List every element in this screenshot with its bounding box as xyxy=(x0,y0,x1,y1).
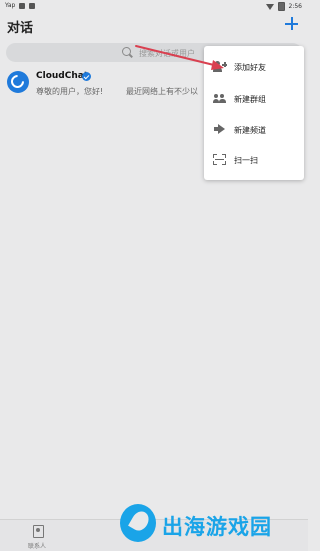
nav-contacts[interactable]: 联系人 xyxy=(26,523,52,550)
watermark: 出海游戏园 xyxy=(110,498,300,550)
add-person-icon xyxy=(213,61,227,72)
menu-item-label: 扫一扫 xyxy=(234,156,258,165)
group-icon xyxy=(213,93,226,104)
watermark-logo-icon xyxy=(120,504,156,542)
wifi-icon xyxy=(265,3,274,10)
cloudchat-logo-icon xyxy=(8,72,27,91)
verified-icon xyxy=(82,72,91,81)
menu-item-new-channel[interactable]: 新建频道 xyxy=(204,115,304,145)
popup-menu: 添加好友 新建群组 新建频道 扫一扫 xyxy=(204,46,304,180)
carrier-label: Yap xyxy=(5,2,16,9)
contacts-icon xyxy=(33,525,44,538)
menu-item-label: 新建频道 xyxy=(234,126,266,135)
chat-name: CloudChat xyxy=(36,71,89,81)
search-placeholder: 搜索对话或用户 xyxy=(139,49,195,58)
battery-icon xyxy=(277,2,285,11)
chat-preview-continued: 最近网络上有不少以 xyxy=(126,87,198,96)
settings-icon xyxy=(29,2,36,9)
menu-item-scan[interactable]: 扫一扫 xyxy=(204,145,304,175)
search-icon xyxy=(122,47,131,56)
notification-icon xyxy=(19,2,26,9)
menu-item-label: 添加好友 xyxy=(234,63,266,72)
add-button[interactable] xyxy=(282,14,302,34)
menu-item-label: 新建群组 xyxy=(234,95,266,104)
app-bar: 对话 xyxy=(0,12,308,40)
page-title: 对话 xyxy=(7,21,34,36)
nav-contacts-label: 联系人 xyxy=(28,543,47,550)
status-time: 2:56 xyxy=(288,3,302,10)
menu-item-new-group[interactable]: 新建群组 xyxy=(204,84,304,114)
megaphone-icon xyxy=(213,124,226,135)
status-bar: Yap 2:56 xyxy=(0,0,308,12)
scan-icon xyxy=(213,154,226,165)
chat-preview: 尊敬的用户，您好! xyxy=(36,87,104,96)
watermark-text: 出海游戏园 xyxy=(162,515,272,539)
menu-item-add-friend[interactable]: 添加好友 xyxy=(204,52,304,82)
avatar xyxy=(7,71,29,93)
